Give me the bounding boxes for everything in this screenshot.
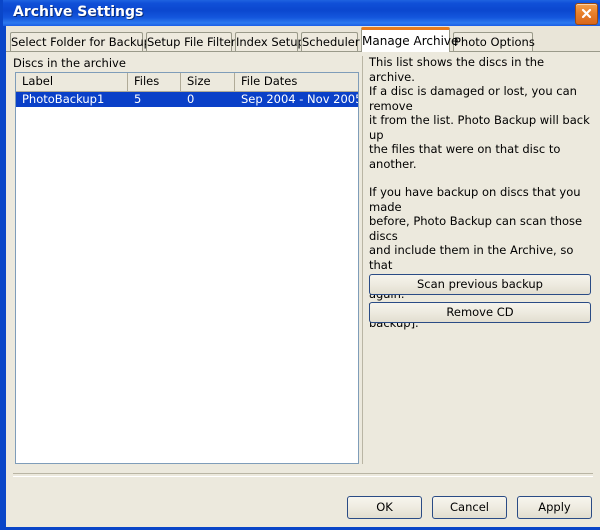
discs-list-box[interactable]: Label Files Size File Dates PhotoBackup1… xyxy=(15,72,359,464)
cancel-button[interactable]: Cancel xyxy=(432,496,507,519)
tab-scheduler[interactable]: Scheduler xyxy=(301,32,360,52)
remove-cd-button[interactable]: Remove CD xyxy=(369,302,591,323)
discs-list-label: Discs in the archive xyxy=(13,56,126,70)
cell-file-dates: Sep 2004 - Nov 2005 xyxy=(241,92,358,106)
vertical-divider xyxy=(362,56,363,464)
ok-button[interactable]: OK xyxy=(347,496,422,519)
tab-index-setup[interactable]: Index Setup xyxy=(235,32,305,52)
apply-button[interactable]: Apply xyxy=(517,496,592,519)
tab-select-folder-for-backup[interactable]: Select Folder for Backup xyxy=(10,32,151,52)
tab-strip: Select Folder for Backup Setup File Filt… xyxy=(6,26,600,52)
column-header-files[interactable]: Files xyxy=(128,73,181,91)
table-row[interactable]: PhotoBackup1 5 0 Sep 2004 - Nov 2005 xyxy=(16,92,358,107)
list-header-row: Label Files Size File Dates xyxy=(16,73,358,92)
tab-setup-file-filter[interactable]: Setup File Filter xyxy=(146,32,236,52)
title-bar: Archive Settings xyxy=(3,0,600,26)
column-header-label[interactable]: Label xyxy=(16,73,128,91)
close-icon[interactable] xyxy=(575,3,598,25)
scan-previous-backup-button[interactable]: Scan previous backup xyxy=(369,274,591,295)
column-header-size[interactable]: Size xyxy=(181,73,235,91)
column-header-file-dates[interactable]: File Dates xyxy=(235,73,358,91)
horizontal-divider xyxy=(13,473,593,477)
tab-manage-archive[interactable]: Manage Archive xyxy=(361,27,458,52)
cell-label: PhotoBackup1 xyxy=(22,92,105,106)
info-paragraph-1: This list shows the discs in the archive… xyxy=(369,55,590,171)
tab-content-manage-archive: Discs in the archive Label Files Size Fi… xyxy=(6,51,600,527)
tab-photo-options[interactable]: Photo Options xyxy=(453,32,535,52)
archive-settings-window: Archive Settings Select Folder for Backu… xyxy=(0,0,600,530)
cell-files: 5 xyxy=(134,92,142,106)
cell-size: 0 xyxy=(187,92,195,106)
close-glyph xyxy=(581,8,592,19)
window-title: Archive Settings xyxy=(13,4,144,20)
